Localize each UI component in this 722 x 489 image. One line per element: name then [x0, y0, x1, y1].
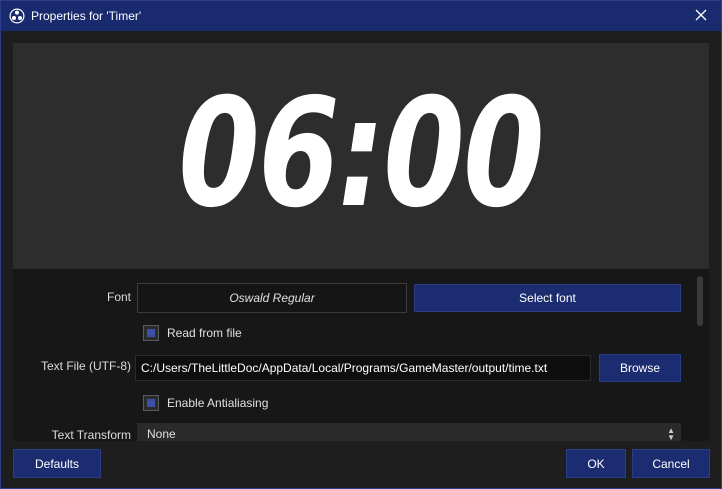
read-from-file-checkbox[interactable]	[143, 325, 159, 341]
enable-antialiasing-label: Enable Antialiasing	[167, 396, 269, 410]
cancel-button[interactable]: Cancel	[632, 449, 710, 478]
properties-dialog: Properties for 'Timer' 06:00 Font Oswald…	[0, 0, 722, 489]
obs-logo-icon	[9, 8, 25, 24]
chevron-up-down-icon: ▲ ▼	[667, 426, 675, 442]
text-transform-label: Text Transform	[51, 428, 131, 442]
text-file-label: Text File (UTF-8)	[41, 359, 131, 373]
properties-panel: Font Oswald Regular Select font Read fro…	[13, 269, 709, 445]
enable-antialiasing-checkbox[interactable]	[143, 395, 159, 411]
browse-button[interactable]: Browse	[599, 354, 681, 382]
text-file-path-value: C:/Users/TheLittleDoc/AppData/Local/Prog…	[141, 361, 548, 375]
close-icon	[695, 9, 707, 24]
title-bar: Properties for 'Timer'	[1, 1, 721, 31]
window-title: Properties for 'Timer'	[31, 9, 142, 23]
text-file-path-input[interactable]: C:/Users/TheLittleDoc/AppData/Local/Prog…	[135, 355, 591, 381]
font-display: Oswald Regular	[137, 283, 407, 313]
defaults-button[interactable]: Defaults	[13, 449, 101, 478]
select-font-button[interactable]: Select font	[414, 284, 681, 312]
checkbox-checked-mark	[147, 399, 155, 407]
text-transform-value: None	[147, 427, 176, 441]
dialog-footer: Defaults OK Cancel	[1, 441, 721, 488]
properties-scrollbar[interactable]	[697, 276, 703, 326]
timer-text: 06:00	[178, 67, 545, 241]
checkbox-checked-mark	[147, 329, 155, 337]
ok-button[interactable]: OK	[566, 449, 626, 478]
close-button[interactable]	[681, 1, 721, 31]
font-label: Font	[106, 290, 131, 304]
source-preview: 06:00	[13, 43, 709, 269]
read-from-file-label: Read from file	[167, 326, 242, 340]
